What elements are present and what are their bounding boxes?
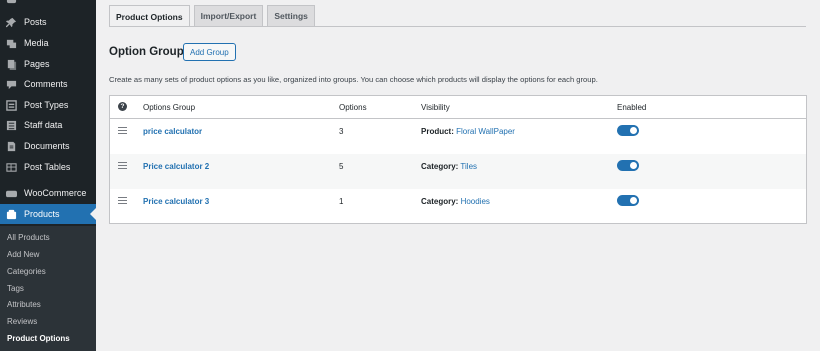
group-name-link[interactable]: Price calculator 3 xyxy=(143,197,209,206)
admin-sidebar: Posts Media Pages Comments Post Types St… xyxy=(0,0,96,351)
submenu-tags[interactable]: Tags xyxy=(7,284,24,293)
column-header-visibility: Visibility xyxy=(421,103,450,112)
sidebar-item-documents[interactable]: Documents xyxy=(0,136,96,156)
tab-settings[interactable]: Settings xyxy=(267,5,315,26)
submenu-reviews[interactable]: Reviews xyxy=(7,317,37,326)
visibility-cell: Category: Hoodies xyxy=(421,197,490,206)
products-submenu: All Products Add New Categories Tags Att… xyxy=(0,226,96,351)
enabled-toggle[interactable] xyxy=(617,195,639,206)
sidebar-item-label: Comments xyxy=(24,79,68,89)
group-name-link[interactable]: price calculator xyxy=(143,127,202,136)
sidebar-item-label: Post Tables xyxy=(24,162,71,172)
menu-separator xyxy=(0,181,96,182)
drag-handle-icon[interactable] xyxy=(118,127,127,136)
submenu-categories[interactable]: Categories xyxy=(7,267,46,276)
group-name-link[interactable]: Price calculator 2 xyxy=(143,162,209,171)
woocommerce-icon xyxy=(5,187,17,199)
sidebar-item-pages[interactable]: Pages xyxy=(0,54,96,74)
sidebar-item-label: Staff data xyxy=(24,120,63,130)
sidebar-item-label: Documents xyxy=(24,141,70,151)
products-icon xyxy=(5,208,17,220)
page-title: Option Groups xyxy=(109,46,191,58)
active-indicator xyxy=(90,208,96,220)
table-header: ? Options Group Options Visibility Enabl… xyxy=(110,96,806,119)
options-count: 5 xyxy=(339,162,344,171)
pin-icon xyxy=(5,16,17,28)
enabled-toggle[interactable] xyxy=(617,160,639,171)
sidebar-item-staff-data[interactable]: Staff data xyxy=(0,115,96,135)
drag-handle-icon[interactable] xyxy=(118,162,127,171)
table-row: Price calculator 3 1 Category: Hoodies xyxy=(110,189,806,224)
visibility-cell: Category: Tiles xyxy=(421,162,477,171)
table-icon xyxy=(5,161,17,173)
options-count: 3 xyxy=(339,127,344,136)
table-row: price calculator 3 Product: Floral WallP… xyxy=(110,119,806,154)
sidebar-item-post-types[interactable]: Post Types xyxy=(0,95,96,115)
sidebar-item-comments[interactable]: Comments xyxy=(0,74,96,94)
drag-handle-icon[interactable] xyxy=(118,197,127,206)
comment-icon xyxy=(5,78,17,90)
sidebar-item-products[interactable]: Products xyxy=(0,204,96,224)
sidebar-item-posts[interactable]: Posts xyxy=(0,12,96,32)
option-groups-table: ? Options Group Options Visibility Enabl… xyxy=(109,95,807,224)
post-types-icon xyxy=(5,99,17,111)
enabled-toggle[interactable] xyxy=(617,125,639,136)
visibility-link[interactable]: Tiles xyxy=(460,162,477,171)
options-count: 1 xyxy=(339,197,344,206)
sidebar-item-media[interactable]: Media xyxy=(0,33,96,53)
page-icon xyxy=(5,58,17,70)
page-description: Create as many sets of product options a… xyxy=(109,75,598,84)
visibility-label: Category: xyxy=(421,162,459,171)
visibility-label: Category: xyxy=(421,197,459,206)
tab-divider xyxy=(109,26,806,27)
visibility-cell: Product: Floral WallPaper xyxy=(421,127,515,136)
sidebar-item-label: Posts xyxy=(24,17,47,27)
help-icon[interactable]: ? xyxy=(118,102,127,111)
sidebar-item-label: Products xyxy=(24,209,60,219)
tab-product-options[interactable]: Product Options xyxy=(109,5,190,27)
staff-data-icon xyxy=(5,119,17,131)
submenu-all-products[interactable]: All Products xyxy=(7,233,50,242)
dashboard-icon xyxy=(5,0,17,4)
column-header-options: Options xyxy=(339,103,367,112)
visibility-link[interactable]: Hoodies xyxy=(461,197,490,206)
visibility-link[interactable]: Floral WallPaper xyxy=(456,127,515,136)
sidebar-item-label: Post Types xyxy=(24,100,69,110)
sidebar-item-label: WooCommerce xyxy=(24,188,87,198)
sidebar-item-label: Media xyxy=(24,38,49,48)
sidebar-item-woocommerce[interactable]: WooCommerce xyxy=(0,183,96,203)
submenu-product-options[interactable]: Product Options xyxy=(7,334,70,343)
sidebar-item-dashboard[interactable] xyxy=(0,0,96,8)
visibility-label: Product: xyxy=(421,127,454,136)
settings-tabs: Product Options Import/Export Settings xyxy=(109,5,319,27)
add-group-button[interactable]: Add Group xyxy=(183,43,236,61)
documents-icon xyxy=(5,140,17,152)
tab-import-export[interactable]: Import/Export xyxy=(193,5,264,26)
media-icon xyxy=(5,37,17,49)
table-row: Price calculator 2 5 Category: Tiles xyxy=(110,154,806,189)
submenu-add-new[interactable]: Add New xyxy=(7,250,39,259)
sidebar-item-label: Pages xyxy=(24,59,50,69)
submenu-attributes[interactable]: Attributes xyxy=(7,300,41,309)
sidebar-item-post-tables[interactable]: Post Tables xyxy=(0,157,96,177)
column-header-enabled: Enabled xyxy=(617,103,647,112)
column-header-options-group: Options Group xyxy=(143,103,196,112)
